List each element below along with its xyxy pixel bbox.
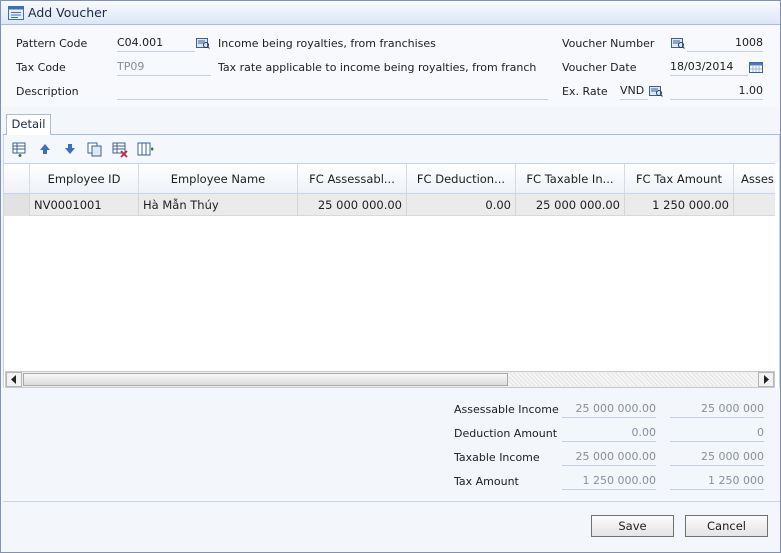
tax-code-description: Tax rate applicable to income being roya… [218, 61, 537, 74]
delete-row-icon[interactable] [111, 140, 129, 158]
column-header-employee-id[interactable]: Employee ID [30, 164, 139, 195]
currency-field[interactable]: VND [620, 83, 648, 100]
deduction-amount: 0 [670, 425, 764, 442]
copy-row-icon[interactable] [86, 140, 104, 158]
taxable-income-fc: 25 000 000.00 [562, 449, 656, 466]
row-selector[interactable] [4, 194, 30, 216]
window-title: Add Voucher [28, 5, 107, 20]
voucher-date-label: Voucher Date [562, 61, 637, 74]
cell-employee-name[interactable]: Hà Mẫn Thúy [139, 194, 298, 216]
add-row-icon[interactable] [11, 140, 29, 158]
title-bar[interactable]: Add Voucher [1, 1, 780, 25]
scroll-left-icon [11, 375, 16, 384]
description-label: Description [16, 85, 79, 98]
pattern-code-description: Income being royalties, from franchises [218, 37, 436, 50]
cell-fc-deduction[interactable]: 0.00 [407, 194, 516, 216]
assessable-income-label: Assessable Income [454, 403, 559, 416]
column-header-assessable[interactable]: Asses [734, 164, 775, 195]
cell-fc-assessable[interactable]: 25 000 000.00 [298, 194, 407, 216]
description-field[interactable] [117, 83, 548, 100]
voucher-number-label: Voucher Number [562, 37, 655, 50]
column-header-employee-name[interactable]: Employee Name [139, 164, 298, 195]
cancel-button[interactable]: Cancel [685, 515, 768, 537]
assessable-income-fc: 25 000 000.00 [562, 401, 656, 418]
scroll-thumb[interactable] [23, 373, 508, 386]
move-up-icon[interactable] [36, 140, 54, 158]
voucher-header: Pattern Code C04.001 Income being royalt… [1, 26, 780, 106]
tax-amount: 1 250 000 [670, 473, 764, 490]
add-voucher-window: Add Voucher Pattern Code C04.001 Income … [0, 0, 781, 553]
taxable-income: 25 000 000 [670, 449, 764, 466]
pattern-code-field[interactable]: C04.001 [117, 35, 195, 52]
tab-strip: Detail [3, 113, 780, 136]
tab-detail[interactable]: Detail [6, 114, 51, 136]
horizontal-scrollbar[interactable] [5, 371, 775, 388]
column-header-fc-assessable[interactable]: FC Assessabl... [298, 164, 407, 195]
lookup-icon[interactable] [196, 37, 210, 49]
scroll-left-button[interactable] [6, 372, 22, 387]
cell-assessable[interactable] [734, 194, 775, 216]
taxable-income-label: Taxable Income [454, 451, 540, 464]
scroll-right-icon [764, 375, 769, 384]
voucher-date-field[interactable]: 18/03/2014 [670, 59, 748, 76]
cell-fc-taxable-income[interactable]: 25 000 000.00 [516, 194, 625, 216]
deduction-amount-fc: 0.00 [562, 425, 656, 442]
tax-code-field: TP09 [117, 59, 211, 76]
tax-amount-label: Tax Amount [454, 475, 519, 488]
calendar-icon[interactable] [749, 61, 763, 73]
cell-employee-id[interactable]: NV0001001 [30, 194, 139, 216]
lookup-icon[interactable] [649, 85, 663, 97]
scroll-right-button[interactable] [758, 372, 774, 387]
column-header-fc-deduction[interactable]: FC Deduction... [407, 164, 516, 195]
cell-fc-tax-amount[interactable]: 1 250 000.00 [625, 194, 734, 216]
tax-code-label: Tax Code [16, 61, 66, 74]
dialog-footer: Save Cancel [3, 501, 780, 552]
move-down-icon[interactable] [61, 140, 79, 158]
voucher-icon [8, 6, 24, 20]
deduction-amount-label: Deduction Amount [454, 427, 558, 440]
row-selector-header [4, 164, 30, 195]
save-button[interactable]: Save [591, 515, 674, 537]
totals-panel: Assessable Income 25 000 000.00 25 000 0… [3, 389, 780, 501]
column-header-fc-tax-amount[interactable]: FC Tax Amount [625, 164, 734, 195]
tax-amount-fc: 1 250 000.00 [562, 473, 656, 490]
assessable-income: 25 000 000 [670, 401, 764, 418]
ex-rate-field[interactable]: 1.00 [670, 83, 763, 100]
grid-toolbar [4, 135, 779, 163]
ex-rate-label: Ex. Rate [562, 85, 608, 98]
grid-header: Employee ID Employee Name FC Assessabl..… [4, 163, 775, 195]
pattern-code-label: Pattern Code [16, 37, 88, 50]
lookup-icon[interactable] [671, 37, 685, 49]
table-row[interactable]: NV0001001 Hà Mẫn Thúy 25 000 000.00 0.00… [4, 194, 775, 216]
columns-icon[interactable] [136, 140, 154, 158]
voucher-number-field[interactable]: 1008 [687, 35, 763, 52]
column-header-fc-taxable-income[interactable]: FC Taxable In... [516, 164, 625, 195]
detail-grid: Employee ID Employee Name FC Assessabl..… [4, 163, 775, 373]
scroll-track[interactable] [509, 373, 757, 386]
